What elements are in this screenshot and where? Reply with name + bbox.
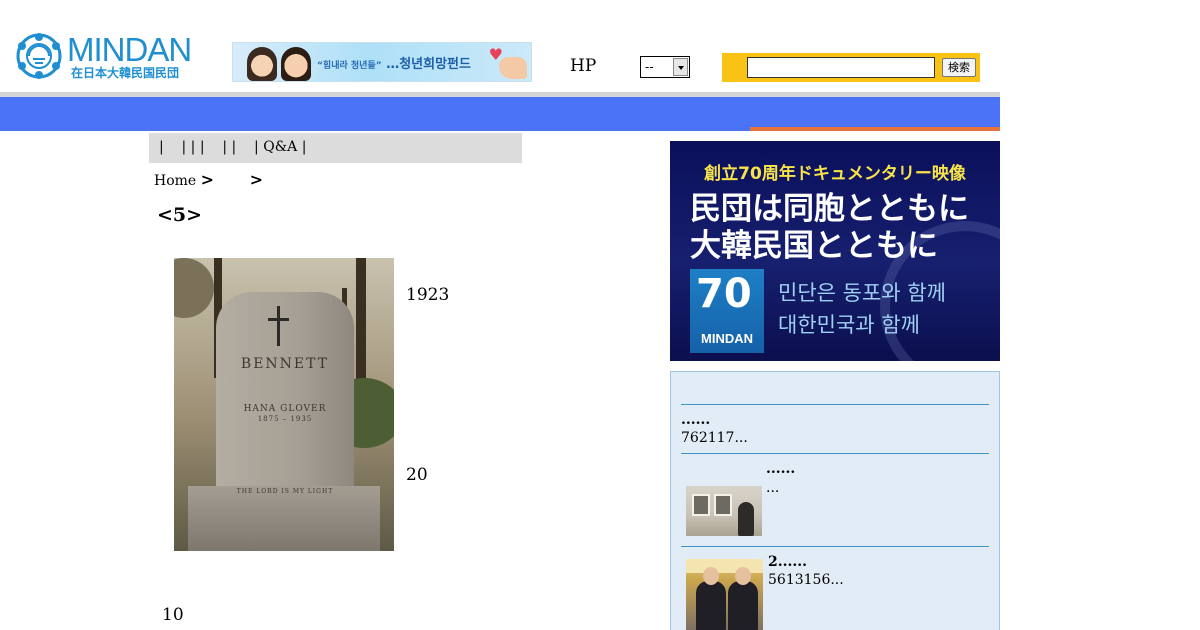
logo-title: MINDAN	[67, 31, 192, 68]
news-item-title[interactable]: 2......	[768, 554, 807, 570]
chevron-down-icon[interactable]	[673, 58, 688, 76]
banner-text: “힘내라 청년들” …청년희망펀드	[317, 53, 471, 72]
promo-main-text: 民団は同胞とともに 大韓民国とともに	[690, 191, 969, 265]
banner-person-image	[247, 47, 277, 81]
divider	[681, 404, 989, 405]
anniversary-video-banner[interactable]: 創立70周年ドキュメンタリー映像 民団は同胞とともに 大韓民国とともに 70 M…	[670, 141, 1000, 361]
logo-subtitle: 在日本大韓民国民団	[71, 66, 180, 80]
sub-navigation[interactable]: | | | | | | | Q&A |	[149, 133, 522, 163]
breadcrumb-home[interactable]: Home	[154, 173, 196, 189]
nav-accent-line	[750, 127, 1000, 131]
news-panel: ...... 762117... ...... ... 2...... 5613…	[670, 371, 1000, 630]
gravestone-photo: BENNETT HANA GLOVER 1875 – 1935 THE LORD…	[174, 258, 394, 551]
engraving-epitaph: THE LORD IS MY LIGHT	[236, 488, 334, 495]
article-text-number: 10	[162, 605, 184, 625]
divider	[681, 453, 989, 454]
mindan-emblem-icon	[16, 33, 62, 79]
badge-label: MINDAN	[701, 331, 753, 346]
banner-person-image	[281, 47, 311, 81]
page-title: <5>	[157, 204, 203, 226]
breadcrumb-separator: >	[200, 170, 215, 189]
news-thumbnail[interactable]	[686, 559, 763, 630]
news-item-title[interactable]: ......	[681, 412, 710, 428]
promo-main-line: 民団は同胞とともに	[690, 191, 969, 227]
banner-small-text: “힘내라 청년들”	[317, 61, 382, 71]
news-item-summary[interactable]: 762117...	[681, 430, 748, 446]
site-logo[interactable]: MINDAN 在日本大韓民国民団	[15, 30, 205, 82]
article-text-number: 20	[406, 465, 428, 485]
promo-top-text: 創立70周年ドキュメンタリー映像	[704, 164, 966, 184]
banner-main-text: …청년희망펀드	[386, 57, 471, 72]
breadcrumb-separator: >	[249, 170, 264, 189]
breadcrumb: Home > >	[154, 170, 263, 189]
engraving-name: BENNETT	[240, 356, 330, 372]
promo-korean-line: 대한민국과 함께	[778, 313, 920, 337]
divider	[681, 546, 989, 547]
youth-fund-banner[interactable]: “힘내라 청년들” …청년희망펀드 ♥	[232, 42, 532, 82]
hp-label: HP	[570, 56, 597, 76]
promo-korean-line: 민단은 동포와 함께	[778, 281, 946, 305]
search-button[interactable]: 検索	[942, 58, 976, 77]
news-item-summary[interactable]: ...	[766, 480, 779, 496]
article-text-year: 1923	[406, 285, 450, 305]
news-thumbnail[interactable]	[686, 486, 762, 536]
engraving-line: 1875 – 1935	[257, 415, 313, 423]
news-item-title[interactable]: ......	[766, 461, 795, 477]
promo-main-line: 大韓民国とともに	[690, 228, 938, 264]
news-item-summary[interactable]: 5613156...	[768, 572, 844, 588]
site-select[interactable]: --	[640, 56, 690, 78]
promo-korean-text: 민단은 동포와 함께 대한민국과 함께	[778, 277, 946, 341]
anniversary-badge: 70 MINDAN	[690, 269, 764, 353]
site-select-value: --	[645, 60, 654, 74]
main-nav-bar	[0, 97, 1000, 131]
badge-number: 70	[696, 271, 752, 317]
search-input[interactable]	[747, 57, 935, 78]
hand-image	[499, 57, 527, 79]
search-bar: 検索	[722, 53, 980, 82]
engraving-line: HANA GLOVER	[243, 404, 327, 414]
